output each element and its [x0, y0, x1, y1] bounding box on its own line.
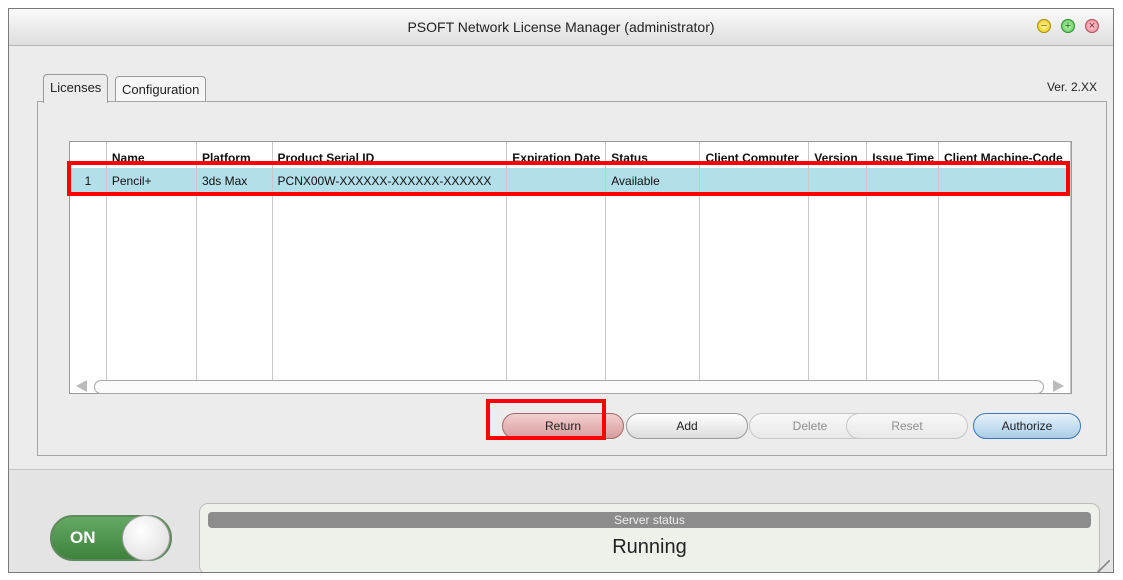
maximize-icon[interactable]: + — [1061, 19, 1075, 33]
highlight-return-annotation — [486, 399, 606, 440]
reset-button[interactable]: Reset — [846, 413, 968, 439]
highlight-row-annotation — [67, 161, 1070, 196]
tab-configuration[interactable]: Configuration — [115, 76, 207, 103]
scroll-left-icon[interactable] — [76, 380, 87, 392]
table-row-empty — [70, 193, 1071, 393]
minimize-icon[interactable]: − — [1037, 19, 1051, 33]
resize-grip-icon[interactable] — [1098, 560, 1110, 572]
window-title: PSOFT Network License Manager (administr… — [407, 19, 715, 35]
server-toggle[interactable]: ON — [50, 515, 172, 561]
server-status-box: Server status Running — [199, 503, 1100, 572]
scroll-right-icon[interactable] — [1053, 380, 1064, 392]
authorize-button[interactable]: Authorize — [973, 413, 1081, 439]
close-icon[interactable]: × — [1085, 19, 1099, 33]
title-bar[interactable]: PSOFT Network License Manager (administr… — [9, 9, 1113, 46]
toggle-knob[interactable] — [122, 515, 170, 561]
toggle-label: ON — [70, 528, 96, 547]
app-window: PSOFT Network License Manager (administr… — [8, 8, 1114, 573]
server-status-value: Running — [612, 536, 687, 558]
server-panel: ON Server status Running — [9, 469, 1113, 572]
server-status-header: Server status — [208, 512, 1091, 528]
horizontal-scrollbar[interactable] — [72, 378, 1066, 394]
scrollbar-track[interactable] — [94, 380, 1044, 394]
tab-licenses[interactable]: Licenses — [43, 74, 109, 103]
version-label: Ver. 2.XX — [1046, 80, 1097, 94]
add-button[interactable]: Add — [626, 413, 748, 439]
